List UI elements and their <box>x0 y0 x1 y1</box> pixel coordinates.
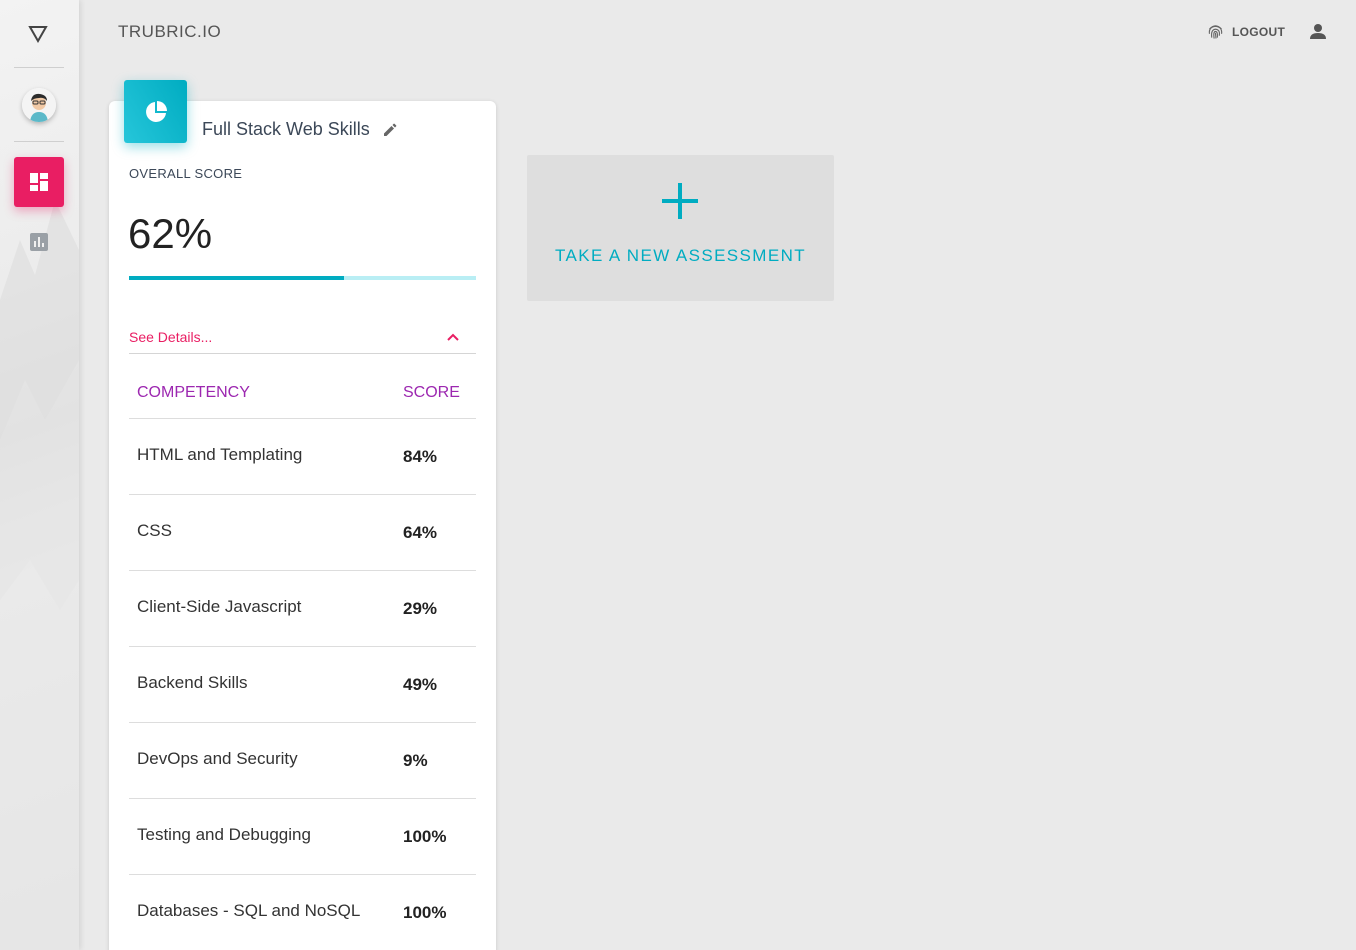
competency-name: HTML and Templating <box>137 445 303 464</box>
competency-score: 49% <box>403 675 438 694</box>
table-row: CSS 64% <box>129 495 476 571</box>
take-new-assessment-label: TAKE A NEW ASSESSMENT <box>554 246 807 265</box>
logout-label: LOGOUT <box>1232 24 1286 39</box>
see-details-toggle[interactable]: See Details... <box>129 325 476 354</box>
user-account-button[interactable] <box>1308 22 1328 42</box>
dashboard-icon <box>30 173 48 191</box>
chevron-up-icon <box>447 333 459 341</box>
logout-button[interactable]: LOGOUT <box>1207 23 1285 40</box>
sidebar-divider <box>14 67 64 68</box>
avatar[interactable] <box>22 88 56 122</box>
plus-icon <box>662 183 698 219</box>
competency-name: Databases - SQL and NoSQL <box>137 901 361 920</box>
table-row: HTML and Templating 84% <box>129 419 476 495</box>
assessment-title: Full Stack Web Skills <box>202 119 370 139</box>
person-icon <box>1310 24 1326 39</box>
sidebar-item-dashboard[interactable] <box>14 157 64 207</box>
progress-fill <box>129 276 345 280</box>
column-header-score: SCORE <box>403 384 460 401</box>
mountain-background <box>0 200 79 950</box>
table-row: Backend Skills 49% <box>129 647 476 723</box>
fingerprint-icon <box>1208 25 1223 39</box>
take-new-assessment-button[interactable]: TAKE A NEW ASSESSMENT <box>527 155 834 301</box>
table-header: COMPETENCY SCORE <box>129 370 476 419</box>
edit-icon[interactable] <box>382 122 398 138</box>
competency-name: DevOps and Security <box>137 749 298 768</box>
table-row: DevOps and Security 9% <box>129 723 476 799</box>
competency-score: 29% <box>403 599 438 618</box>
sidebar <box>0 0 79 950</box>
competency-score: 100% <box>403 903 447 922</box>
bar-chart-icon <box>30 233 48 251</box>
brand-title[interactable]: TRUBRIC.IO <box>118 22 221 42</box>
competency-name: Backend Skills <box>137 673 248 692</box>
competency-score: 9% <box>403 751 428 770</box>
competency-name: Testing and Debugging <box>137 825 311 844</box>
competency-score: 64% <box>403 523 438 542</box>
see-details-label: See Details... <box>129 329 213 345</box>
logo-icon[interactable] <box>25 22 51 46</box>
sidebar-divider <box>14 141 64 142</box>
competency-table: COMPETENCY SCORE HTML and Templating 84%… <box>129 370 476 950</box>
competency-name: CSS <box>137 521 172 540</box>
table-row: Testing and Debugging 100% <box>129 799 476 875</box>
competency-score: 100% <box>403 827 447 846</box>
table-row: Client-Side Javascript 29% <box>129 571 476 647</box>
overall-score-label: OVERALL SCORE <box>129 166 243 181</box>
competency-score: 84% <box>403 447 438 466</box>
sidebar-item-reports[interactable] <box>29 232 49 252</box>
table-row: Databases - SQL and NoSQL 100% <box>129 875 476 950</box>
overall-score-value: 62% <box>128 210 213 257</box>
pie-chart-icon <box>124 80 187 143</box>
competency-name: Client-Side Javascript <box>137 597 302 616</box>
column-header-competency: COMPETENCY <box>137 384 250 401</box>
overall-score-progress <box>129 276 476 280</box>
